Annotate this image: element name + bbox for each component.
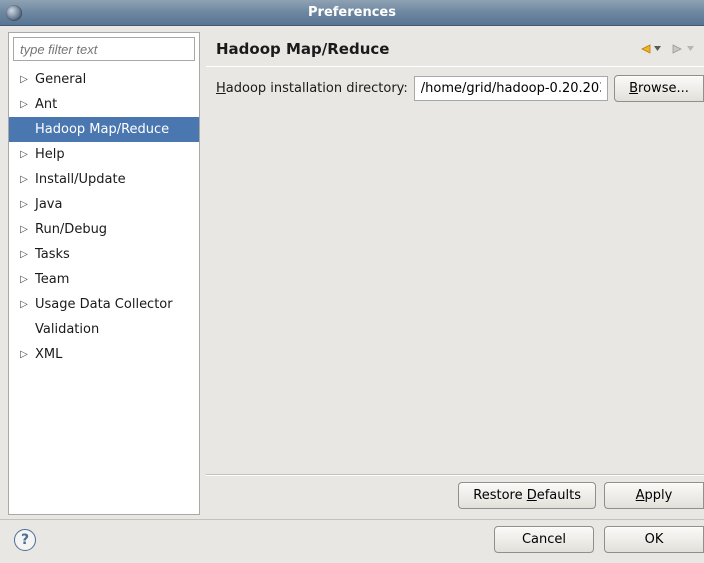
tree-item[interactable]: ▷Hadoop Map/Reduce (9, 117, 199, 142)
dropdown-caret-icon (654, 46, 661, 53)
expand-icon[interactable]: ▷ (17, 74, 31, 85)
tree-item-label: Hadoop Map/Reduce (31, 122, 169, 137)
window-title: Preferences (308, 5, 396, 20)
tree-item-label: Validation (31, 322, 99, 337)
window-titlebar: Preferences (0, 0, 704, 26)
tree-item-label: Team (31, 272, 69, 287)
expand-icon[interactable]: ▷ (17, 299, 31, 310)
tree-item-label: XML (31, 347, 62, 362)
tree-item-label: Ant (31, 97, 57, 112)
preferences-sidebar: ▷General▷Ant▷Hadoop Map/Reduce▷Help▷Inst… (8, 32, 200, 515)
tree-item-label: Tasks (31, 247, 70, 262)
page-header: Hadoop Map/Reduce (206, 32, 704, 66)
expand-icon[interactable]: ▷ (17, 199, 31, 210)
page-nav (638, 43, 694, 55)
expand-icon[interactable]: ▷ (17, 224, 31, 235)
expand-icon[interactable]: ▷ (17, 174, 31, 185)
dialog-button-bar: ? Cancel OK (0, 519, 704, 563)
preferences-tree[interactable]: ▷General▷Ant▷Hadoop Map/Reduce▷Help▷Inst… (9, 65, 199, 514)
main-area: ▷General▷Ant▷Hadoop Map/Reduce▷Help▷Inst… (0, 26, 704, 519)
tree-item[interactable]: ▷Tasks (9, 242, 199, 267)
expand-icon[interactable]: ▷ (17, 149, 31, 160)
arrow-left-icon (638, 43, 652, 55)
expand-icon[interactable]: ▷ (17, 274, 31, 285)
filter-field-wrapper[interactable] (13, 37, 195, 61)
client-area: ▷General▷Ant▷Hadoop Map/Reduce▷Help▷Inst… (0, 26, 704, 563)
expand-icon[interactable]: ▷ (17, 349, 31, 360)
tree-item[interactable]: ▷Run/Debug (9, 217, 199, 242)
dialog-main-buttons: Cancel OK (494, 526, 704, 553)
dropdown-caret-icon (687, 46, 694, 53)
tree-item[interactable]: ▷XML (9, 342, 199, 367)
apply-button[interactable]: Apply (604, 482, 704, 509)
install-dir-label: Hadoop installation directory: (216, 81, 408, 96)
app-icon (6, 5, 22, 21)
restore-defaults-button[interactable]: Restore Defaults (458, 482, 596, 509)
ok-button[interactable]: OK (604, 526, 704, 553)
tree-item[interactable]: ▷Java (9, 192, 199, 217)
tree-item[interactable]: ▷General (9, 67, 199, 92)
tree-item-label: Install/Update (31, 172, 126, 187)
preferences-page: Hadoop Map/Reduce Hadoop installation di… (206, 32, 704, 515)
help-icon[interactable]: ? (14, 529, 36, 551)
expand-icon[interactable]: ▷ (17, 249, 31, 260)
filter-input[interactable] (20, 42, 188, 57)
page-footer: Restore Defaults Apply (206, 475, 704, 515)
tree-item[interactable]: ▷Usage Data Collector (9, 292, 199, 317)
tree-item-label: Usage Data Collector (31, 297, 173, 312)
page-body (206, 102, 704, 475)
expand-icon[interactable]: ▷ (17, 99, 31, 110)
forward-button[interactable] (671, 43, 694, 55)
tree-item[interactable]: ▷Help (9, 142, 199, 167)
tree-item[interactable]: ▷Validation (9, 317, 199, 342)
tree-item-label: Help (31, 147, 65, 162)
header-separator (206, 66, 704, 67)
tree-item[interactable]: ▷Ant (9, 92, 199, 117)
install-dir-row: Hadoop installation directory: Browse... (206, 75, 704, 102)
tree-item-label: General (31, 72, 86, 87)
install-dir-input[interactable] (414, 76, 608, 101)
arrow-right-icon (671, 43, 685, 55)
back-button[interactable] (638, 43, 661, 55)
cancel-button[interactable]: Cancel (494, 526, 594, 553)
browse-button[interactable]: Browse... (614, 75, 704, 102)
tree-item[interactable]: ▷Team (9, 267, 199, 292)
tree-item[interactable]: ▷Install/Update (9, 167, 199, 192)
tree-item-label: Java (31, 197, 62, 212)
tree-item-label: Run/Debug (31, 222, 107, 237)
page-title: Hadoop Map/Reduce (216, 40, 389, 58)
